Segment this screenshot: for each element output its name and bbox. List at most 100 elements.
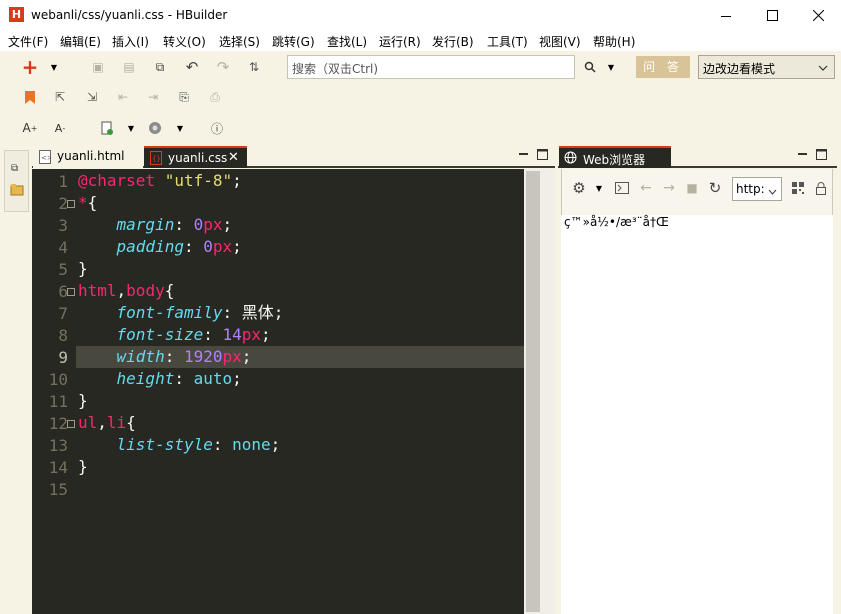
- project-folder-icon[interactable]: [10, 183, 24, 200]
- code-token: :: [183, 237, 204, 256]
- indent-left-icon[interactable]: ⇤: [113, 87, 133, 107]
- code-token: li: [106, 413, 127, 432]
- tab-web-browser[interactable]: Web浏览器: [559, 146, 671, 168]
- url-input[interactable]: http:: [732, 177, 782, 201]
- restore-icon[interactable]: ⧉: [11, 163, 18, 174]
- menu-run[interactable]: 运行(R): [379, 33, 421, 50]
- stop-icon[interactable]: ■: [682, 178, 702, 198]
- new-page-dropdown-icon[interactable]: ▼: [121, 118, 141, 138]
- menu-help[interactable]: 帮助(H): [593, 33, 635, 50]
- window-title: webanli/css/yuanli.css - HBuilder: [31, 8, 228, 22]
- code-token: ;: [222, 215, 233, 234]
- line-number: 6: [58, 282, 68, 301]
- web-page-content[interactable]: ç™»å½•/æ³¨å†Œ: [561, 215, 833, 614]
- new-file-icon[interactable]: +: [20, 55, 40, 79]
- next-bookmark-icon[interactable]: ⇲: [82, 87, 102, 107]
- code-token: @charset: [78, 171, 156, 190]
- editor-vertical-scrollbar[interactable]: [524, 169, 555, 614]
- undo-icon[interactable]: ↶: [182, 57, 202, 77]
- minimize-panel-icon[interactable]: [519, 149, 529, 163]
- code-token: ,: [97, 413, 107, 432]
- indent-right-icon[interactable]: ⇥: [143, 87, 163, 107]
- code-line: margin: 0px;: [78, 214, 233, 236]
- ask-button[interactable]: 问 答: [636, 56, 690, 78]
- maximize-panel-icon[interactable]: [816, 149, 827, 163]
- browser-dropdown-icon[interactable]: ▼: [170, 118, 190, 138]
- menu-insert[interactable]: 插入(I): [112, 33, 149, 50]
- svg-text:{}: {}: [152, 155, 161, 163]
- copy-file-icon[interactable]: ⧉: [150, 57, 170, 77]
- minimize-panel-icon[interactable]: [798, 149, 808, 163]
- comment-icon[interactable]: ⎘: [174, 87, 194, 107]
- fold-toggle-icon[interactable]: [67, 420, 75, 428]
- qrcode-icon[interactable]: [788, 178, 808, 198]
- line-number: 4: [58, 238, 68, 257]
- bookmark-icon[interactable]: [20, 87, 40, 107]
- code-token: 0: [203, 237, 213, 256]
- maximize-panel-icon[interactable]: [537, 149, 548, 163]
- app-logo-icon: H: [9, 7, 24, 22]
- format-icon[interactable]: ⇅: [244, 57, 264, 77]
- menu-view[interactable]: 视图(V): [539, 33, 581, 50]
- gear-icon[interactable]: ⚙: [569, 178, 589, 198]
- code-token: font-family: [116, 303, 223, 322]
- menu-publish[interactable]: 发行(B): [432, 33, 474, 50]
- console-icon[interactable]: [612, 178, 632, 198]
- font-decrease-icon[interactable]: A-: [50, 118, 70, 138]
- menu-goto[interactable]: 跳转(G): [272, 33, 315, 50]
- search-input[interactable]: 搜索（双击Ctrl): [287, 55, 575, 79]
- html-file-icon: <>: [39, 150, 53, 167]
- menu-tools[interactable]: 工具(T): [487, 33, 528, 50]
- browser-preview-icon[interactable]: [145, 118, 165, 138]
- code-line: font-size: 14px;: [78, 324, 271, 346]
- code-token: html: [78, 281, 117, 300]
- menu-file[interactable]: 文件(F): [8, 33, 48, 50]
- code-line: @charset "utf-8";: [78, 170, 242, 192]
- forward-arrow-icon[interactable]: →: [659, 178, 679, 198]
- fold-toggle-icon[interactable]: [67, 288, 75, 296]
- back-arrow-icon[interactable]: ←: [636, 178, 656, 198]
- scrollbar-thumb[interactable]: [526, 171, 540, 612]
- gear-dropdown-icon[interactable]: ▼: [589, 178, 609, 198]
- minimize-button[interactable]: [703, 0, 749, 31]
- code-token: :: [222, 303, 242, 322]
- menu-find[interactable]: 查找(L): [327, 33, 367, 50]
- uncomment-icon[interactable]: ⎙: [205, 87, 225, 107]
- code-token: {: [87, 193, 98, 212]
- code-editor[interactable]: 1 2 3 4 5 6 7 8 9 10 11 12 13 14 15 @charset "utf-8"; *…: [32, 169, 524, 614]
- new-dropdown-icon[interactable]: ▼: [44, 57, 64, 77]
- redo-icon[interactable]: ↷: [213, 57, 233, 77]
- search-icon[interactable]: [580, 57, 600, 77]
- new-page-icon[interactable]: [97, 118, 117, 138]
- menu-escape[interactable]: 转义(O): [163, 33, 206, 50]
- tab-yuanli-css[interactable]: {} yuanli.css ✕: [144, 146, 247, 168]
- save-all-icon[interactable]: ▤: [119, 57, 139, 77]
- info-icon[interactable]: ⓘ: [207, 118, 227, 138]
- refresh-icon[interactable]: ↻: [705, 178, 725, 198]
- mode-select[interactable]: 边改边看模式: [698, 55, 835, 79]
- code-token: px: [212, 237, 233, 256]
- save-icon[interactable]: ▣: [88, 57, 108, 77]
- lock-icon[interactable]: [811, 178, 831, 198]
- close-tab-icon[interactable]: ✕: [228, 150, 239, 165]
- menu-select[interactable]: 选择(S): [219, 33, 260, 50]
- line-number: 14: [48, 458, 68, 477]
- font-increase-icon[interactable]: A +: [20, 118, 40, 138]
- prev-bookmark-icon[interactable]: ⇱: [50, 87, 70, 107]
- menu-edit[interactable]: 编辑(E): [60, 33, 101, 50]
- close-window-button[interactable]: [795, 0, 841, 31]
- line-number: 8: [58, 326, 68, 345]
- code-token: margin: [116, 215, 175, 234]
- code-token: width: [116, 347, 165, 366]
- line-number: 12: [48, 414, 68, 433]
- tab-yuanli-html[interactable]: <> yuanli.html: [33, 146, 143, 168]
- fold-toggle-icon[interactable]: [67, 200, 75, 208]
- chevron-down-icon: [818, 61, 828, 75]
- code-token: ;: [232, 369, 242, 388]
- code-token: px: [203, 215, 223, 234]
- code-token: ;: [232, 171, 242, 190]
- maximize-button[interactable]: [749, 0, 795, 31]
- search-dropdown-icon[interactable]: ▼: [601, 57, 621, 77]
- code-line: }: [78, 456, 88, 478]
- code-token: ,: [116, 281, 127, 300]
